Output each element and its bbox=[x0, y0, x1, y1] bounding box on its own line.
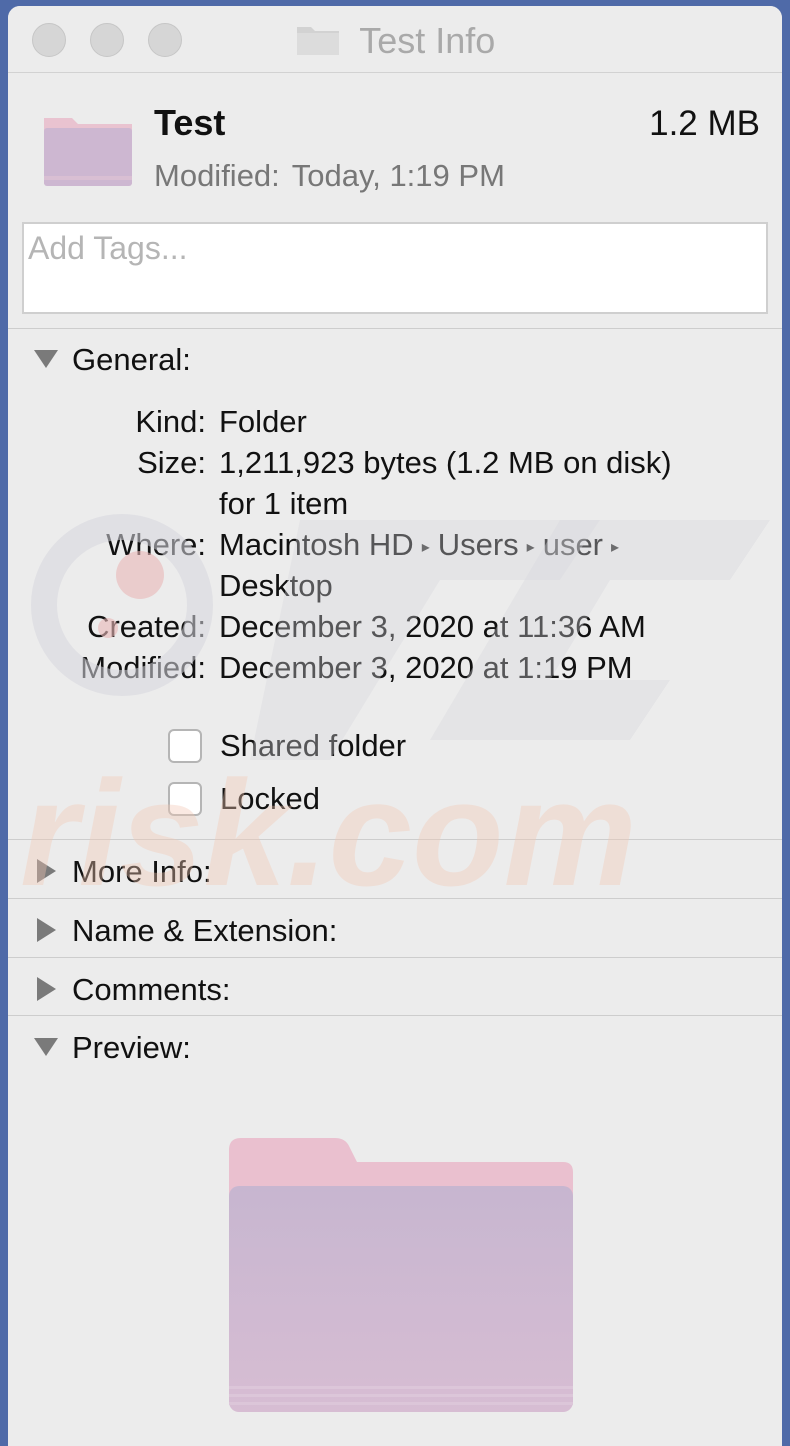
shared-folder-label[interactable]: Shared folder bbox=[220, 728, 406, 764]
name-extension-title: Name & Extension: bbox=[72, 913, 338, 948]
size-label: Size: bbox=[137, 445, 206, 480]
modified-detail-value: December 3, 2020 at 1:19 PM bbox=[219, 650, 633, 685]
size-value-items: for 1 item bbox=[219, 486, 349, 521]
divider bbox=[8, 1015, 782, 1016]
modified-summary: Modified: Today, 1:19 PM bbox=[154, 158, 517, 194]
modified-label: Modified: bbox=[154, 158, 280, 193]
shared-folder-checkbox[interactable] bbox=[168, 729, 202, 763]
folder-icon bbox=[42, 114, 134, 193]
where-path: Macintosh HD ▸ Users ▸ user ▸ bbox=[219, 525, 627, 571]
path-segment: Users bbox=[437, 527, 519, 562]
preview-title: Preview: bbox=[72, 1030, 191, 1065]
divider bbox=[8, 898, 782, 899]
path-segment: Macintosh HD bbox=[219, 527, 414, 562]
folder-icon bbox=[295, 21, 341, 62]
more-info-section-header[interactable]: More Info: bbox=[34, 854, 212, 890]
file-name: Test bbox=[154, 102, 226, 143]
kind-value: Folder bbox=[219, 404, 307, 439]
path-separator-icon: ▸ bbox=[526, 539, 535, 556]
path-separator-icon: ▸ bbox=[421, 539, 430, 556]
path-segment: user bbox=[542, 527, 604, 562]
divider bbox=[8, 328, 782, 329]
path-separator-icon: ▸ bbox=[611, 539, 620, 556]
title-bar: Test Info bbox=[8, 6, 782, 73]
modified-value: Today, 1:19 PM bbox=[291, 158, 505, 193]
path-segment: Desktop bbox=[219, 568, 333, 603]
disclosure-expanded-icon[interactable] bbox=[34, 1037, 58, 1056]
kind-label: Kind: bbox=[135, 404, 206, 439]
name-extension-section-header[interactable]: Name & Extension: bbox=[34, 913, 337, 949]
locked-label[interactable]: Locked bbox=[220, 781, 320, 817]
window-title-text: Test Info bbox=[359, 20, 496, 61]
modified-detail-label: Modified: bbox=[80, 650, 206, 685]
disclosure-collapsed-icon[interactable] bbox=[37, 976, 56, 1001]
locked-checkbox[interactable] bbox=[168, 782, 202, 816]
divider bbox=[8, 839, 782, 840]
preview-folder-icon bbox=[223, 1134, 579, 1419]
disclosure-collapsed-icon[interactable] bbox=[37, 917, 56, 942]
file-size: 1.2 MB bbox=[649, 104, 760, 143]
tags-input[interactable]: Add Tags... bbox=[22, 222, 768, 314]
where-label: Where: bbox=[106, 527, 206, 562]
comments-title: Comments: bbox=[72, 972, 231, 1007]
more-info-title: More Info: bbox=[72, 854, 212, 889]
created-value: December 3, 2020 at 11:36 AM bbox=[219, 609, 646, 644]
general-section-header[interactable]: General: bbox=[34, 342, 191, 378]
preview-section-header[interactable]: Preview: bbox=[34, 1030, 191, 1066]
comments-section-header[interactable]: Comments: bbox=[34, 972, 230, 1008]
get-info-window: Test Info Test 1.2 MB Modified: Today, 1:… bbox=[8, 6, 782, 1446]
disclosure-expanded-icon[interactable] bbox=[34, 349, 58, 368]
size-value: 1,211,923 bytes (1.2 MB on disk) bbox=[219, 445, 672, 480]
general-section-title: General: bbox=[72, 342, 191, 377]
disclosure-collapsed-icon[interactable] bbox=[37, 858, 56, 883]
created-label: Created: bbox=[87, 609, 206, 644]
divider bbox=[8, 957, 782, 958]
window-title: Test Info bbox=[8, 20, 782, 62]
